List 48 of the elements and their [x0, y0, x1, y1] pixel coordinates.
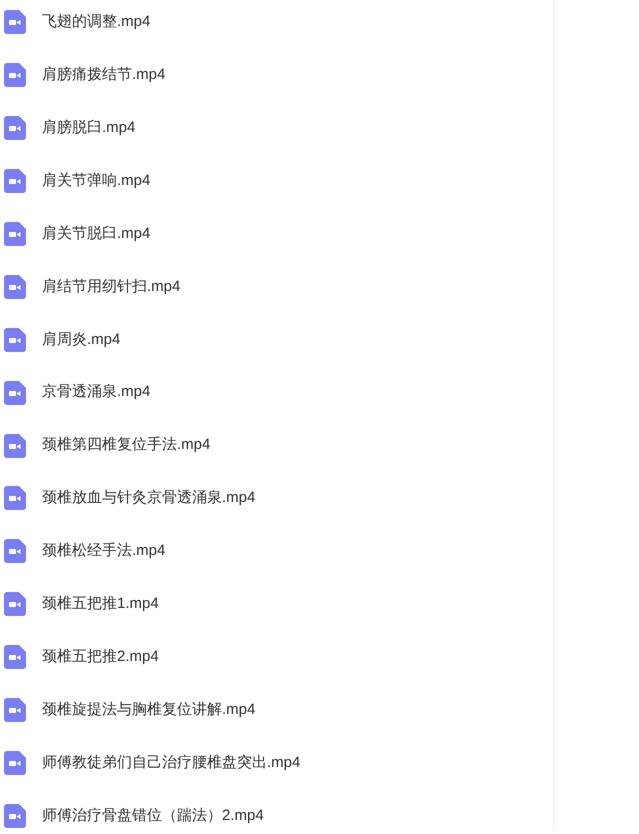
file-name: 师傅教徒弟们自己治疗腰椎盘突出.mp4 — [42, 752, 300, 773]
video-file-icon — [4, 645, 26, 670]
file-item[interactable]: 京骨透涌泉.mp4 — [0, 366, 553, 420]
video-file-icon — [4, 804, 26, 828]
file-item[interactable]: 颈椎第四椎复位手法.mp4 — [0, 419, 553, 472]
file-item[interactable]: 颈椎五把推1.mp4 — [0, 578, 553, 631]
file-item[interactable]: 师傅教徒弟们自己治疗腰椎盘突出.mp4 — [0, 736, 553, 790]
file-name: 肩膀痛拨结节.mp4 — [42, 65, 166, 86]
video-file-icon — [4, 592, 26, 616]
file-item[interactable]: 肩膀脱臼.mp4 — [0, 102, 553, 155]
file-name: 颈椎放血与针灸京骨透涌泉.mp4 — [42, 488, 256, 508]
file-item[interactable]: 肩膀痛拨结节.mp4 — [0, 48, 553, 102]
file-name: 颈椎旋提法与胸椎复位讲解.mp4 — [42, 700, 256, 720]
video-file-icon — [4, 380, 26, 405]
video-file-icon — [4, 274, 26, 299]
file-item[interactable]: 颈椎五把推2.mp4 — [0, 630, 553, 684]
video-file-icon — [4, 10, 26, 34]
video-file-icon — [4, 698, 26, 722]
file-name: 肩膀脱臼.mp4 — [42, 118, 136, 138]
file-name: 肩结节用纫针扫.mp4 — [42, 276, 180, 297]
file-name: 飞翅的调整.mp4 — [42, 12, 150, 32]
video-file-icon — [4, 328, 26, 352]
video-file-icon — [4, 169, 26, 194]
file-name: 京骨透涌泉.mp4 — [42, 382, 150, 402]
file-name: 肩周炎.mp4 — [42, 330, 120, 350]
file-name: 颈椎第四椎复位手法.mp4 — [42, 435, 210, 456]
file-item[interactable]: 肩关节弹响.mp4 — [0, 154, 553, 208]
video-file-icon — [4, 486, 26, 510]
file-item[interactable]: 肩周炎.mp4 — [0, 313, 553, 366]
file-item[interactable]: 肩关节脱臼.mp4 — [0, 208, 553, 260]
file-item[interactable]: 颈椎松经手法.mp4 — [0, 524, 553, 578]
video-file-icon — [4, 63, 26, 88]
video-file-icon — [4, 222, 26, 246]
file-name: 颈椎松经手法.mp4 — [42, 541, 166, 562]
file-item[interactable]: 师傅治疗骨盘错位（踹法）2.mp4 — [0, 789, 553, 834]
file-item[interactable]: 颈椎旋提法与胸椎复位讲解.mp4 — [0, 684, 553, 736]
video-file-icon — [4, 750, 26, 775]
video-file-icon — [4, 539, 26, 564]
file-name: 颈椎五把推2.mp4 — [42, 646, 159, 667]
file-name: 颈椎五把推1.mp4 — [42, 594, 159, 614]
file-item[interactable]: 飞翅的调整.mp4 — [0, 0, 553, 49]
file-item[interactable]: 颈椎放血与针灸京骨透涌泉.mp4 — [0, 472, 553, 525]
file-name: 师傅治疗骨盘错位（踹法）2.mp4 — [42, 806, 264, 826]
file-name: 肩关节脱臼.mp4 — [42, 224, 150, 244]
video-file-icon — [4, 116, 26, 140]
file-item[interactable]: 肩结节用纫针扫.mp4 — [0, 260, 553, 314]
file-name: 肩关节弹响.mp4 — [42, 170, 150, 191]
video-file-icon — [4, 434, 26, 458]
